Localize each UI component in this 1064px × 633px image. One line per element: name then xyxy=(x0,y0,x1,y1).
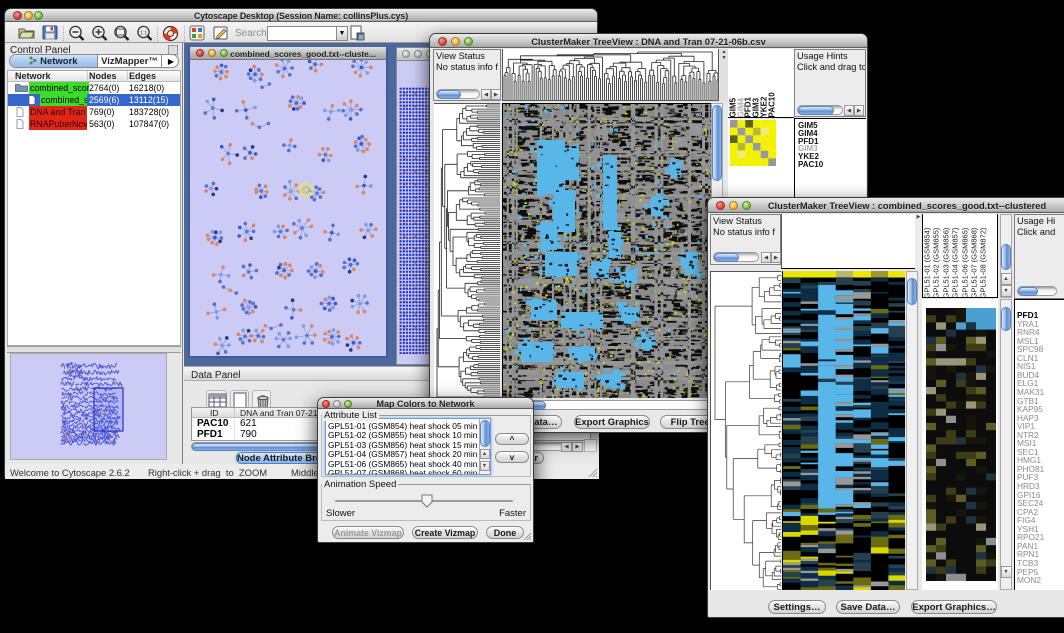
svg-text:1:1: 1:1 xyxy=(140,31,148,37)
